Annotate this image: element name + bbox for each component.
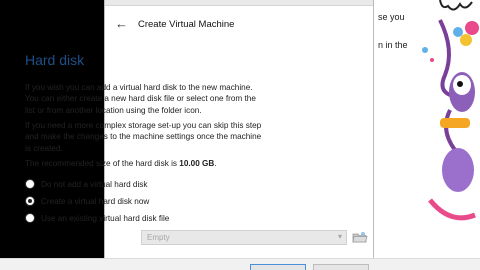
recommended-size-text: The recommended size of the hard disk is… <box>25 158 265 169</box>
dialog-titlebar: ← Create Virtual Machine <box>105 6 373 42</box>
option-no-disk[interactable]: Do not add a virtual hard disk <box>25 178 148 190</box>
chevron-down-icon: ▾ <box>337 232 342 241</box>
option-label: Use an existing virtual hard disk file <box>41 213 170 223</box>
cancel-button[interactable] <box>313 264 369 270</box>
dialog-footer <box>0 258 480 270</box>
page-heading: Hard disk <box>25 52 85 68</box>
option-existing-disk[interactable]: Use an existing virtual hard disk file <box>25 212 169 224</box>
option-label: Create a virtual hard disk now <box>41 196 150 206</box>
storage-paragraph: If you need a more complex storage set-u… <box>25 121 262 153</box>
background-app-window: se you n in the <box>370 0 480 270</box>
recommended-suffix: . <box>214 159 217 168</box>
radio-button-selected[interactable] <box>25 196 35 206</box>
next-button[interactable] <box>250 264 306 270</box>
background-text-line-1: se you <box>378 12 405 22</box>
intro-paragraph: If you wish you can add a virtual hard d… <box>25 83 256 115</box>
option-label: Do not add a virtual hard disk <box>41 179 148 189</box>
back-arrow-icon[interactable]: ← <box>115 16 128 31</box>
recommended-size-value: 10.00 GB <box>179 159 215 168</box>
background-text-line-2: n in the <box>378 40 408 50</box>
option-create-disk[interactable]: Create a virtual hard disk now <box>25 195 149 207</box>
existing-disk-select[interactable]: Empty ▾ <box>141 230 347 245</box>
select-value: Empty <box>147 233 170 242</box>
recommended-prefix: The recommended size of the hard disk is <box>25 159 180 168</box>
radio-button[interactable] <box>25 179 35 189</box>
mascot-illustration <box>422 0 479 221</box>
radio-button[interactable] <box>25 213 35 223</box>
folder-icon[interactable] <box>352 230 368 245</box>
dialog-title: Create Virtual Machine <box>138 19 235 30</box>
